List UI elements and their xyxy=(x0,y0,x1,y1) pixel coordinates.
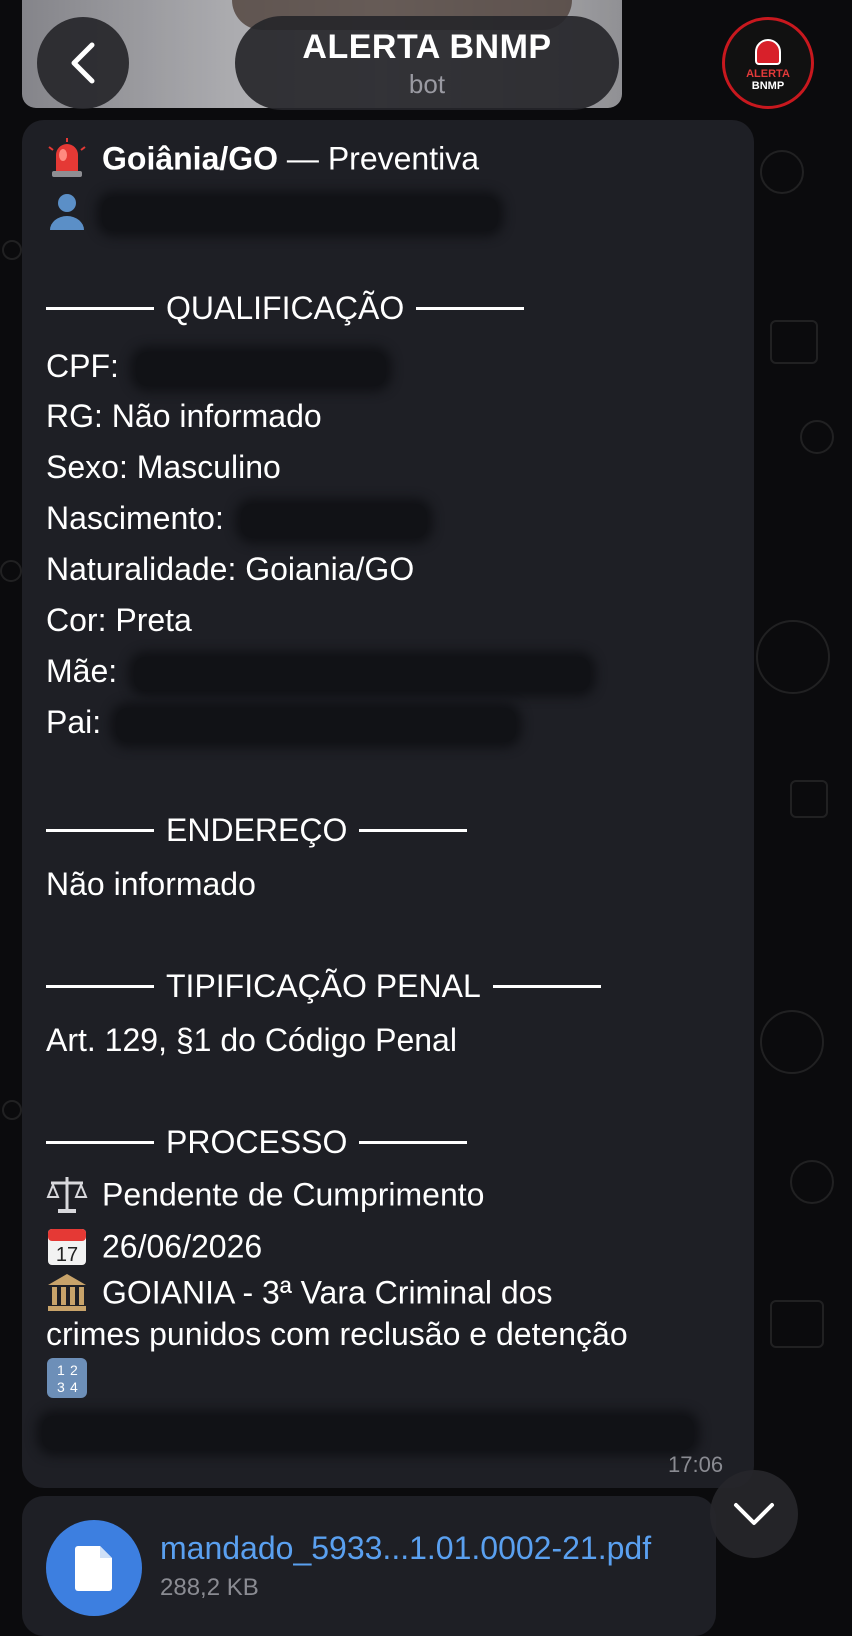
field-nascimento: Nascimento: xyxy=(46,500,427,538)
redacted-father xyxy=(116,707,517,742)
chat-title[interactable]: ALERTA BNMP bot xyxy=(235,16,619,110)
redacted-cpf xyxy=(135,351,386,386)
svg-text:2: 2 xyxy=(70,1362,78,1378)
headline: Goiânia/GO — Preventiva xyxy=(46,138,479,182)
person-silhouette-icon xyxy=(50,194,84,230)
siren-emoji-icon xyxy=(48,138,86,177)
redacted-process-number xyxy=(42,1412,694,1450)
field-pai: Pai: xyxy=(46,704,517,742)
field-mae: Mãe: xyxy=(46,653,591,691)
headline-type: — Preventiva xyxy=(278,140,479,177)
courthouse-icon xyxy=(48,1274,86,1311)
back-button[interactable] xyxy=(37,17,129,109)
chevron-left-icon xyxy=(71,42,95,84)
field-cor: Cor: Preta xyxy=(46,602,192,638)
redacted-name xyxy=(102,197,498,231)
person-line xyxy=(46,193,498,235)
file-name-link[interactable]: mandado_5933...1.01.0002-21.pdf xyxy=(160,1530,651,1567)
scroll-to-bottom-button[interactable] xyxy=(710,1470,798,1558)
field-rg: RG: Não informado xyxy=(46,398,322,434)
section-tipificacao: TIPIFICAÇÃO PENAL xyxy=(46,968,601,1005)
section-endereco: ENDEREÇO xyxy=(46,812,468,849)
section-qualificacao: QUALIFICAÇÃO xyxy=(46,290,525,327)
file-download-button[interactable] xyxy=(46,1520,142,1616)
redacted-mother xyxy=(134,656,591,691)
avatar-text-bnmp: BNMP xyxy=(751,79,785,92)
processo-date: 17 26/06/2026 xyxy=(46,1228,262,1270)
field-sexo: Sexo: Masculino xyxy=(46,449,281,485)
chat-name: ALERTA BNMP xyxy=(302,28,552,66)
processo-number-line: 1 2 3 4 xyxy=(46,1358,102,1402)
endereco-value: Não informado xyxy=(46,866,256,902)
svg-text:17: 17 xyxy=(56,1244,78,1266)
file-size: 288,2 KB xyxy=(160,1574,259,1601)
field-cpf: CPF: xyxy=(46,348,386,386)
avatar[interactable]: ALERTA BNMP xyxy=(722,17,814,109)
processo-status: Pendente de Cumprimento xyxy=(46,1176,484,1218)
scales-icon xyxy=(46,1177,88,1213)
avatar-text-alerta: ALERTA xyxy=(746,67,790,80)
field-naturalidade: Naturalidade: Goiania/GO xyxy=(46,551,415,587)
siren-icon xyxy=(755,38,781,65)
redacted-birthdate xyxy=(240,503,427,538)
svg-text:4: 4 xyxy=(70,1379,78,1395)
tipificacao-value: Art. 129, §1 do Código Penal xyxy=(46,1022,457,1058)
processo-court-line2: crimes punidos com reclusão e detenção xyxy=(46,1316,628,1352)
svg-text:1: 1 xyxy=(57,1362,65,1378)
calendar-icon: 17 xyxy=(48,1229,86,1266)
numbers-keycap-icon: 1 2 3 4 xyxy=(47,1358,87,1398)
message-time: 17:06 xyxy=(668,1452,724,1477)
svg-text:3: 3 xyxy=(57,1379,65,1395)
processo-court-line1: GOIANIA - 3ª Vara Criminal dos xyxy=(46,1274,553,1316)
headline-city: Goiânia/GO xyxy=(102,140,279,177)
document-icon xyxy=(75,1546,112,1591)
chevron-down-icon xyxy=(734,1503,774,1525)
section-processo: PROCESSO xyxy=(46,1124,468,1161)
chat-subtitle: bot xyxy=(408,69,446,99)
